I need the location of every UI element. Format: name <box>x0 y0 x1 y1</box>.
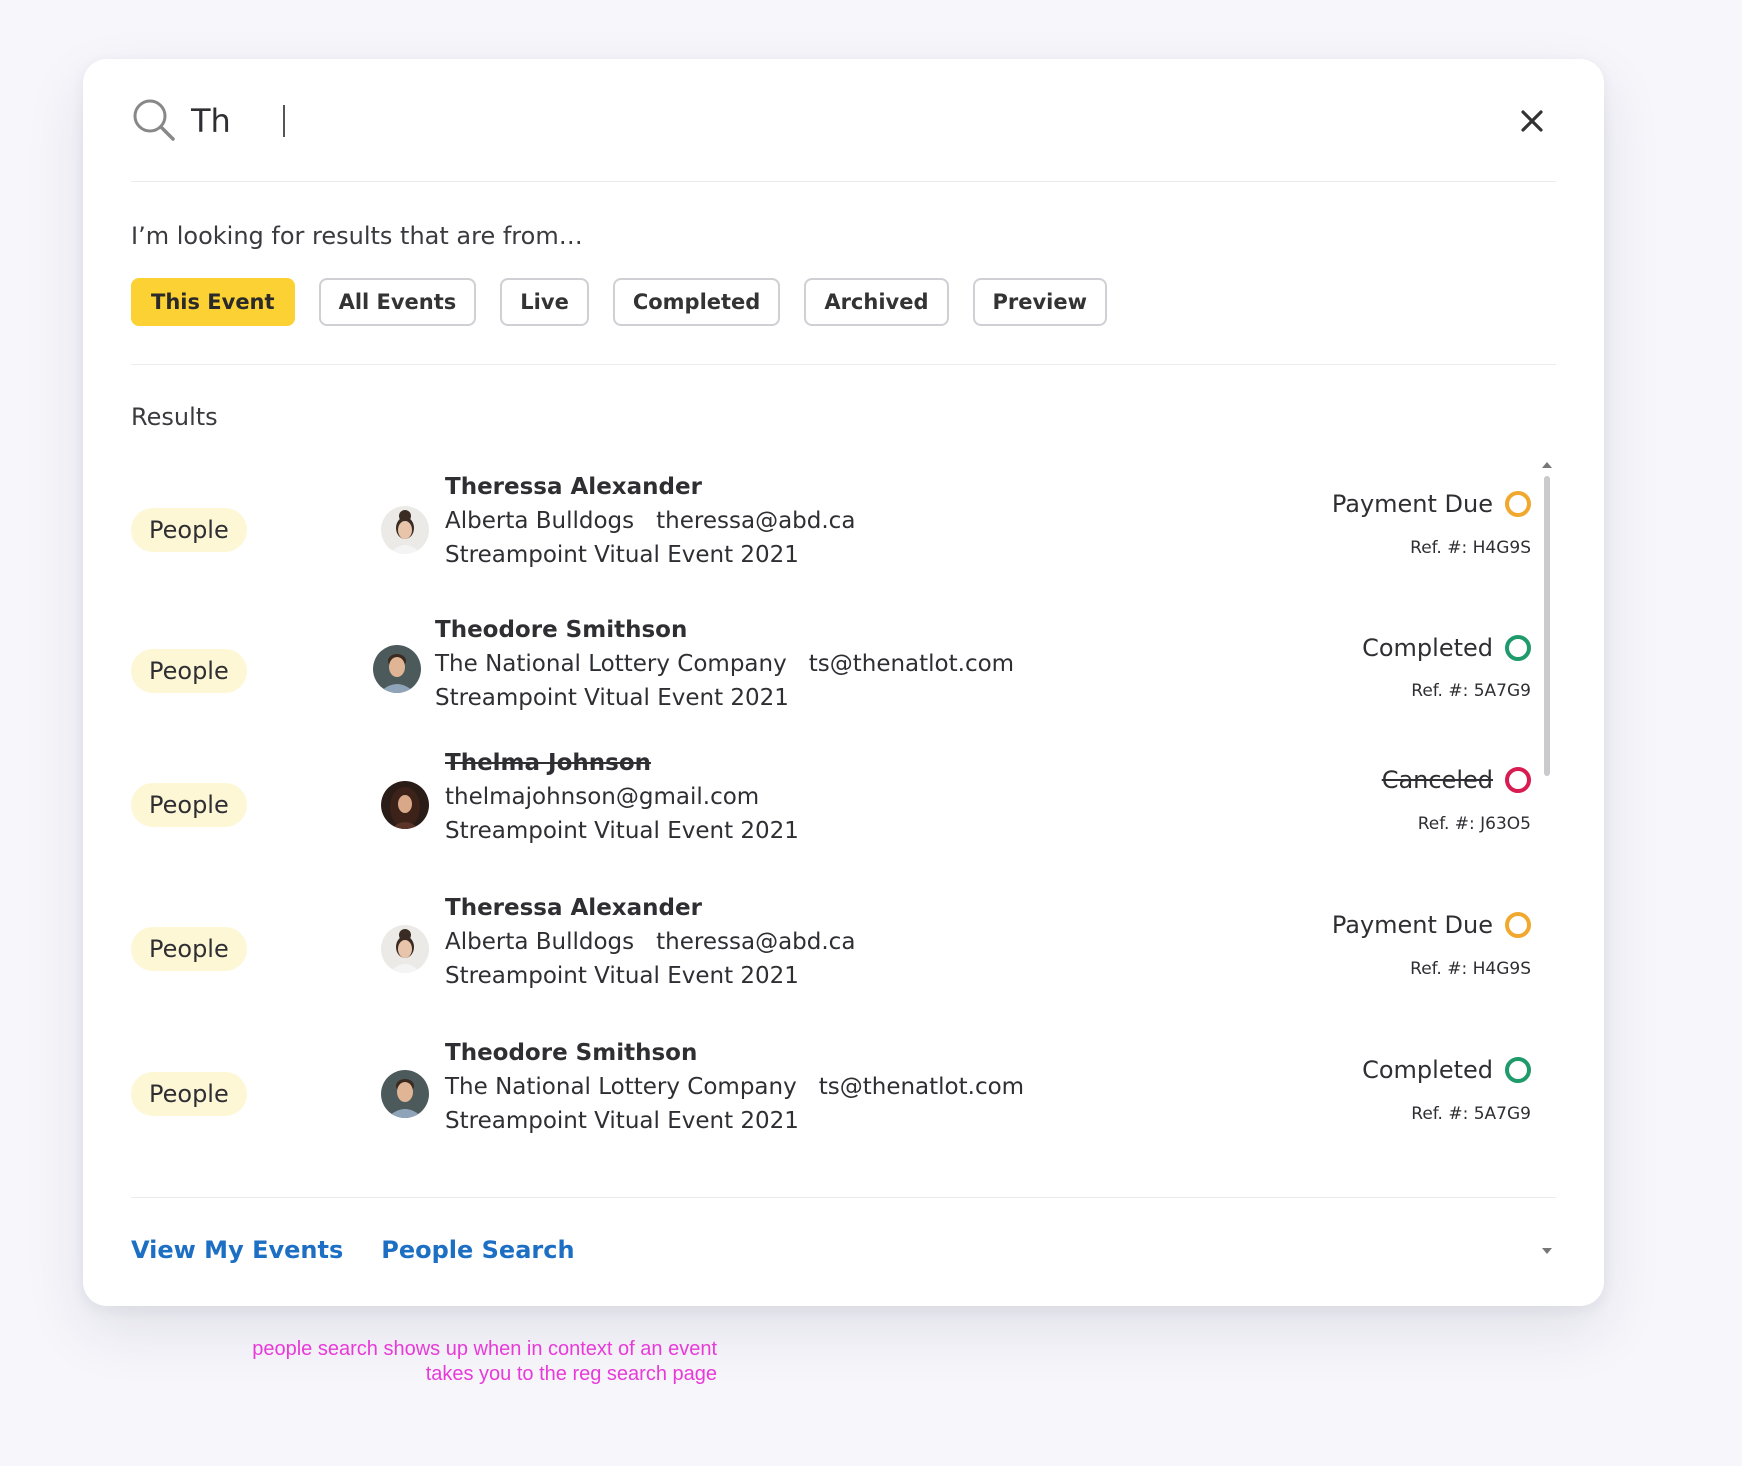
woman-bun-avatar <box>381 925 429 973</box>
chip-this-event[interactable]: This Event <box>131 278 295 326</box>
status-label: Payment Due <box>1331 490 1493 518</box>
event-name: Streampoint Vitual Event 2021 <box>435 685 789 711</box>
status-indicator: Completed <box>1362 634 1531 662</box>
person-details: The National Lottery Company ts@thenatlot… <box>435 651 1014 677</box>
status-indicator: Payment Due <box>1332 911 1531 939</box>
category-badge: People <box>131 1072 247 1116</box>
result-row[interactable]: People Theressa Alexander Alberta Bulldogs… <box>131 461 1531 581</box>
email: thelmajohnson@gmail.com <box>445 784 760 810</box>
search-input[interactable] <box>191 101 1091 141</box>
search-icon <box>133 99 175 141</box>
person-details: The National Lottery Company ts@thenatlot… <box>445 1074 1024 1100</box>
filter-label: I’m looking for results that are from… <box>131 222 583 250</box>
organization: Alberta Bulldogs <box>445 929 635 955</box>
status-ring-icon <box>1505 635 1531 661</box>
footer-links: View My Events People Search <box>131 1236 575 1264</box>
woman-dark-hair-avatar <box>381 781 429 829</box>
person-name[interactable]: Thelma Johnson <box>445 750 651 776</box>
reference-number: Ref. #: J63O5 <box>1417 814 1531 834</box>
annotation-line: takes you to the reg search page <box>425 1363 717 1385</box>
man-avatar <box>381 1070 429 1118</box>
organization: The National Lottery Company <box>435 651 787 677</box>
scroll-thumb[interactable] <box>1544 476 1550 776</box>
chip-archived[interactable]: Archived <box>804 278 949 326</box>
chip-completed[interactable]: Completed <box>612 278 781 326</box>
organization: Alberta Bulldogs <box>445 508 635 534</box>
result-row[interactable]: People Theressa Alexander Alberta Bulldogs… <box>131 895 1531 1015</box>
person-name[interactable]: Theressa Alexander <box>445 474 702 500</box>
status-ring-icon <box>1505 912 1531 938</box>
results-scrollbar[interactable] <box>1542 462 1552 1256</box>
result-row[interactable]: People Theodore Smithson The National Lott… <box>131 1040 1531 1160</box>
scroll-down-arrow[interactable] <box>1542 1248 1552 1254</box>
status-label: Completed <box>1362 1056 1493 1084</box>
filter-chips: This Event All Events Live Completed Arc… <box>131 278 1108 326</box>
status-label: Payment Due <box>1331 911 1493 939</box>
annotation-line: people search shows up when in context o… <box>252 1338 717 1360</box>
status-ring-icon <box>1505 491 1531 517</box>
category-badge: People <box>131 508 247 552</box>
status-indicator: Canceled <box>1382 766 1531 794</box>
people-search-link[interactable]: People Search <box>381 1236 574 1264</box>
event-name: Streampoint Vitual Event 2021 <box>445 818 799 844</box>
reference-number: Ref. #: H4G9S <box>1410 538 1531 558</box>
reference-number: Ref. #: 5A7G9 <box>1411 1104 1531 1124</box>
event-name: Streampoint Vitual Event 2021 <box>445 542 799 568</box>
search-modal: I’m looking for results that are from… T… <box>83 59 1604 1306</box>
results-heading: Results <box>131 403 218 431</box>
status-indicator: Completed <box>1362 1056 1531 1084</box>
close-icon[interactable] <box>1518 107 1546 135</box>
result-row[interactable]: People Theodore Smithson The National Lott… <box>131 604 1531 724</box>
chip-preview[interactable]: Preview <box>972 278 1108 326</box>
email: theressa@abd.ca <box>656 929 856 955</box>
chip-all-events[interactable]: All Events <box>318 278 477 326</box>
category-badge: People <box>131 783 247 827</box>
person-details: Alberta Bulldogs theressa@abd.ca <box>445 508 855 534</box>
category-badge: People <box>131 927 247 971</box>
category-badge: People <box>131 649 247 693</box>
person-details: thelmajohnson@gmail.com <box>445 784 759 810</box>
scroll-up-arrow[interactable] <box>1542 462 1552 468</box>
divider <box>131 1197 1556 1198</box>
event-name: Streampoint Vitual Event 2021 <box>445 963 799 989</box>
reference-number: Ref. #: H4G9S <box>1410 959 1531 979</box>
reference-number: Ref. #: 5A7G9 <box>1411 681 1531 701</box>
man-avatar <box>373 645 421 693</box>
view-my-events-link[interactable]: View My Events <box>131 1236 343 1264</box>
email: theressa@abd.ca <box>656 508 856 534</box>
status-indicator: Payment Due <box>1332 490 1531 518</box>
person-details: Alberta Bulldogs theressa@abd.ca <box>445 929 855 955</box>
search-bar <box>131 97 1556 182</box>
chip-live[interactable]: Live <box>500 278 589 326</box>
status-ring-icon <box>1505 767 1531 793</box>
result-row[interactable]: People Thelma Johnson thelmajohnson@gmail.… <box>131 750 1531 870</box>
email: ts@thenatlot.com <box>808 651 1015 677</box>
event-name: Streampoint Vitual Event 2021 <box>445 1108 799 1134</box>
person-name[interactable]: Theodore Smithson <box>435 617 687 643</box>
annotation-note: people search shows up when in context o… <box>252 1337 717 1387</box>
text-caret <box>283 105 285 137</box>
status-label: Canceled <box>1381 766 1493 794</box>
divider <box>131 364 1556 365</box>
person-name[interactable]: Theressa Alexander <box>445 895 702 921</box>
email: ts@thenatlot.com <box>818 1074 1025 1100</box>
results-list: People Theressa Alexander Alberta Bulldogs… <box>131 461 1531 1251</box>
status-label: Completed <box>1362 634 1493 662</box>
organization: The National Lottery Company <box>445 1074 797 1100</box>
status-ring-icon <box>1505 1057 1531 1083</box>
woman-bun-avatar <box>381 506 429 554</box>
person-name[interactable]: Theodore Smithson <box>445 1040 697 1066</box>
